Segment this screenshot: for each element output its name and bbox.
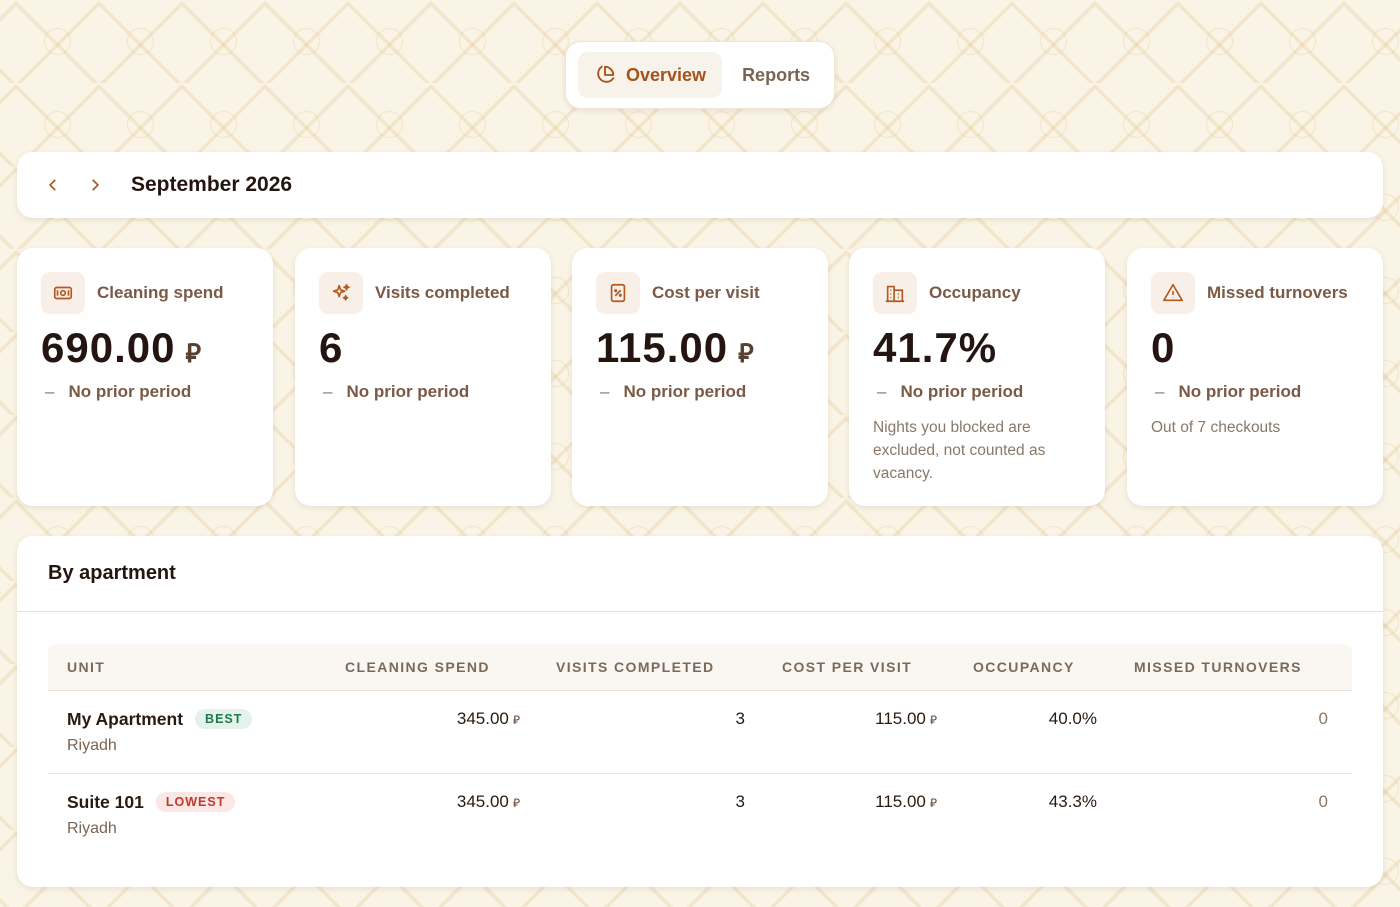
riyal-icon: ⃁ [512, 713, 520, 727]
visits-cell: 3 [735, 709, 745, 728]
unit-cell: Suite 101 LOWEST [67, 792, 236, 813]
kpi-card-occupancy: Occupancy 41.7% – No prior period Nights… [849, 248, 1105, 506]
section-title: By apartment [17, 536, 1383, 612]
riyal-icon: ⃁ [185, 338, 202, 368]
by-apartment-panel: By apartment UNIT CLEANING SPEND VISITS … [17, 536, 1383, 887]
cleaning-spend-cell: 345.00 ⃁ [457, 792, 520, 812]
riyal-icon: ⃁ [738, 338, 755, 368]
money-icon [41, 272, 85, 314]
kpi-delta: – No prior period [41, 382, 249, 402]
table-header: UNIT CLEANING SPEND VISITS COMPLETED COS… [48, 644, 1352, 691]
kpi-value-number: 115.00 [596, 324, 729, 371]
cost-per-visit-cell: 115.00 ⃁ [875, 792, 937, 812]
tab-overview-label: Overview [626, 64, 707, 85]
dash-icon: – [1155, 382, 1165, 401]
riyal-icon: ⃁ [929, 713, 937, 727]
kpi-value: 6 [319, 324, 527, 372]
kpi-value-number: 6 [319, 324, 344, 371]
visits-cell: 3 [735, 792, 745, 811]
kpi-delta: – No prior period [1151, 382, 1359, 402]
dash-icon: – [600, 382, 610, 401]
column-header-occupancy[interactable]: OCCUPANCY [973, 659, 1075, 675]
column-header-missed-turnovers[interactable]: MISSED TURNOVERS [1134, 659, 1302, 675]
kpi-note: Nights you blocked are excluded, not cou… [873, 419, 1046, 482]
tab-reports-label: Reports [742, 64, 811, 85]
unit-city: Riyadh [67, 737, 117, 754]
kpi-label: Cleaning spend [97, 283, 224, 302]
kpi-delta-text: No prior period [346, 382, 470, 401]
period-title: September 2026 [131, 173, 293, 196]
view-tabs: Overview Reports [565, 41, 835, 109]
chevron-right-icon [92, 179, 99, 191]
kpi-value: 41.7% [873, 324, 1081, 372]
unit-cell: My Apartment BEST [67, 709, 253, 730]
table-row[interactable]: My Apartment BEST Riyadh 345.00 ⃁ 3 115.00… [48, 691, 1352, 774]
kpi-delta-text: No prior period [68, 382, 192, 401]
occupancy-cell: 40.0% [1048, 709, 1097, 728]
kpi-value-number: 690.00 [41, 324, 176, 371]
kpi-value: 115.00 ⃁ [596, 324, 804, 372]
table-row[interactable]: Suite 101 LOWEST Riyadh 345.00 ⃁ 3 115.00 ⃁… [48, 774, 1352, 857]
kpi-note: Out of 7 checkouts [1151, 419, 1281, 436]
tab-reports[interactable]: Reports [726, 52, 826, 98]
kpi-value: 690.00 ⃁ [41, 324, 249, 372]
column-header-unit[interactable]: UNIT [67, 659, 105, 675]
dash-icon: – [45, 382, 55, 401]
kpi-delta-text: No prior period [900, 382, 1024, 401]
dash-icon: – [323, 382, 333, 401]
missed-turnovers-cell: 0 [1318, 709, 1328, 728]
kpi-delta: – No prior period [319, 382, 527, 402]
kpi-delta-text: No prior period [1178, 382, 1302, 401]
kpi-label: Missed turnovers [1207, 283, 1348, 302]
period-bar: September 2026 [17, 152, 1383, 218]
unit-city: Riyadh [67, 820, 117, 837]
kpi-card-cleaning-spend: Cleaning spend 690.00 ⃁ – No prior perio… [17, 248, 273, 506]
pie-chart-icon [597, 65, 615, 83]
chevron-left-icon [49, 179, 56, 191]
tab-overview[interactable]: Overview [578, 52, 723, 98]
unit-name: My Apartment [67, 709, 184, 729]
riyal-icon: ⃁ [929, 796, 937, 810]
column-header-cost-per-visit[interactable]: COST PER VISIT [782, 659, 912, 675]
cost-per-visit-value: 115.00 [875, 792, 926, 811]
kpi-value-number: 41.7% [873, 324, 998, 371]
apartment-table: UNIT CLEANING SPEND VISITS COMPLETED COS… [48, 644, 1352, 857]
kpi-label: Occupancy [929, 283, 1021, 302]
next-month-button[interactable] [85, 171, 105, 199]
sparkles-icon [319, 272, 363, 314]
kpi-delta: – No prior period [596, 382, 804, 402]
cost-per-visit-cell: 115.00 ⃁ [875, 709, 937, 729]
lowest-badge: LOWEST [155, 792, 236, 812]
receipt-percent-icon [596, 272, 640, 314]
column-header-cleaning-spend[interactable]: CLEANING SPEND [345, 659, 490, 675]
column-header-visits-completed[interactable]: VISITS COMPLETED [556, 659, 715, 675]
missed-turnovers-cell: 0 [1318, 792, 1328, 811]
unit-name: Suite 101 [67, 792, 144, 812]
occupancy-cell: 43.3% [1048, 792, 1097, 811]
riyal-icon: ⃁ [512, 796, 520, 810]
kpi-card-visits-completed: Visits completed 6 – No prior period [295, 248, 551, 506]
building-icon [873, 272, 917, 314]
kpi-value-number: 0 [1151, 324, 1176, 371]
best-badge: BEST [195, 709, 253, 729]
kpi-value: 0 [1151, 324, 1359, 372]
kpi-delta: – No prior period [873, 382, 1081, 402]
kpi-label: Visits completed [375, 283, 510, 302]
cost-per-visit-value: 115.00 [875, 709, 926, 728]
cleaning-spend-cell: 345.00 ⃁ [457, 709, 520, 729]
warning-icon [1151, 272, 1195, 314]
kpi-card-cost-per-visit: Cost per visit 115.00 ⃁ – No prior perio… [572, 248, 828, 506]
previous-month-button[interactable] [43, 171, 63, 199]
kpi-label: Cost per visit [652, 283, 760, 302]
kpi-card-missed-turnovers: Missed turnovers 0 – No prior period Out… [1127, 248, 1383, 506]
kpi-delta-text: No prior period [623, 382, 747, 401]
cleaning-spend-value: 345.00 [456, 792, 509, 811]
dash-icon: – [877, 382, 887, 401]
cleaning-spend-value: 345.00 [456, 709, 509, 728]
